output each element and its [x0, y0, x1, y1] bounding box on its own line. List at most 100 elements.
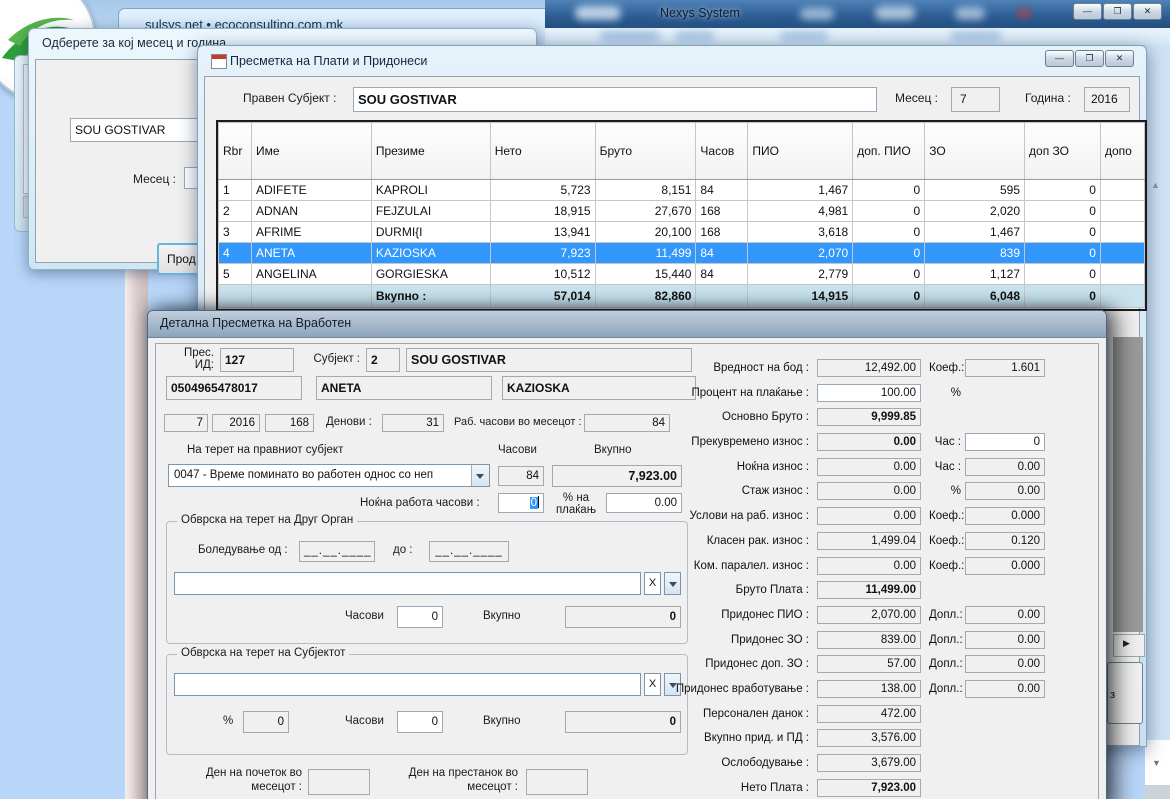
- grid-cell[interactable]: ADIFETE: [251, 180, 371, 201]
- grid-cell[interactable]: 2,020: [925, 201, 1025, 222]
- night-hours-input[interactable]: 0: [498, 493, 544, 513]
- grid-column-header[interactable]: Rbr: [219, 123, 252, 180]
- nexys-window-titlebar[interactable]: Nexys System — ❐ ✕: [545, 0, 1170, 28]
- grid-cell[interactable]: [1100, 180, 1144, 201]
- close-button[interactable]: ✕: [1105, 50, 1134, 67]
- grid-cell[interactable]: 0: [1025, 222, 1101, 243]
- grid-cell[interactable]: 2: [219, 201, 252, 222]
- grid-column-header[interactable]: Часов: [696, 123, 748, 180]
- start-day-field[interactable]: [308, 769, 370, 795]
- grid-cell[interactable]: 5,723: [490, 180, 595, 201]
- grid-column-header[interactable]: доп ЗО: [1025, 123, 1101, 180]
- grid-cell[interactable]: 1,467: [925, 222, 1025, 243]
- grid-cell[interactable]: KAZIOSKA: [371, 243, 490, 264]
- grid-cell[interactable]: 168: [696, 201, 748, 222]
- other-organ-combobox[interactable]: X: [174, 572, 681, 595]
- grid-cell[interactable]: 7,923: [490, 243, 595, 264]
- horizontal-scrollbar[interactable]: ▶: [1113, 634, 1145, 657]
- dialog-subject-input[interactable]: SOU GOSTIVAR: [70, 118, 198, 142]
- grid-cell[interactable]: 84: [696, 264, 748, 285]
- grid-cell[interactable]: [1100, 243, 1144, 264]
- grid-cell[interactable]: 0: [1025, 264, 1101, 285]
- grid-cell[interactable]: GORGIESKA: [371, 264, 490, 285]
- grid-cell[interactable]: ADNAN: [251, 201, 371, 222]
- scroll-up-icon[interactable]: ▲: [1151, 180, 1160, 190]
- dropdown-icon[interactable]: ▼: [1152, 758, 1161, 768]
- grid-cell[interactable]: 84: [696, 180, 748, 201]
- grid-cell[interactable]: KAPROLI: [371, 180, 490, 201]
- sick-to-input[interactable]: __.__.____: [429, 541, 509, 562]
- grid-cell[interactable]: 27,670: [595, 201, 696, 222]
- grid-column-header[interactable]: ПИО: [748, 123, 853, 180]
- dropdown-arrow-icon[interactable]: [471, 465, 489, 486]
- grid-cell[interactable]: 1: [219, 180, 252, 201]
- grid-row[interactable]: 1ADIFETEKAPROLI5,7238,151841,46705950: [219, 180, 1145, 201]
- grid-cell[interactable]: [1100, 264, 1144, 285]
- grid-cell[interactable]: [1100, 201, 1144, 222]
- subject-combo-field[interactable]: [174, 673, 641, 696]
- grid-cell[interactable]: 15,440: [595, 264, 696, 285]
- payroll-titlebar[interactable]: Пресметка на Плати и Придонеси — ❐ ✕: [198, 46, 1146, 76]
- grid-cell[interactable]: 11,499: [595, 243, 696, 264]
- grid-cell[interactable]: 84: [696, 243, 748, 264]
- grid-cell[interactable]: 1,467: [748, 180, 853, 201]
- grid-column-header[interactable]: Презиме: [371, 123, 490, 180]
- grid-cell[interactable]: FEJZULAI: [371, 201, 490, 222]
- detail-titlebar[interactable]: Детална Пресметка на Вработен: [148, 311, 1106, 338]
- other-organ-hours-input[interactable]: 0: [397, 606, 443, 628]
- amount-field[interactable]: 100.00: [817, 384, 921, 402]
- minimize-button[interactable]: —: [1073, 3, 1102, 20]
- grid-cell[interactable]: 0: [853, 201, 925, 222]
- grid-cell[interactable]: 4,981: [748, 201, 853, 222]
- grid-cell[interactable]: 20,100: [595, 222, 696, 243]
- grid-cell[interactable]: 0: [853, 180, 925, 201]
- restore-button[interactable]: ❐: [1075, 50, 1104, 67]
- grid-cell[interactable]: 18,915: [490, 201, 595, 222]
- grid-cell[interactable]: DURMI{I: [371, 222, 490, 243]
- end-day-field[interactable]: [526, 769, 588, 795]
- grid-column-header[interactable]: Нето: [490, 123, 595, 180]
- grid-cell[interactable]: 1,127: [925, 264, 1025, 285]
- restore-button[interactable]: ❐: [1103, 3, 1132, 20]
- grid-cell[interactable]: 13,941: [490, 222, 595, 243]
- scroll-right-icon[interactable]: ▶: [1123, 638, 1130, 649]
- payroll-grid[interactable]: RbrИмеПрезимеНетоБрутоЧасовПИОдоп. ПИОЗО…: [218, 122, 1145, 308]
- grid-cell[interactable]: 2,070: [748, 243, 853, 264]
- occluded-button[interactable]: з: [1107, 662, 1143, 724]
- grid-cell[interactable]: 10,512: [490, 264, 595, 285]
- grid-row[interactable]: 4ANETAKAZIOSKA7,92311,499842,07008390: [219, 243, 1145, 264]
- grid-cell[interactable]: 839: [925, 243, 1025, 264]
- grid-column-header[interactable]: доп. ПИО: [853, 123, 925, 180]
- grid-cell[interactable]: 168: [696, 222, 748, 243]
- grid-cell[interactable]: 0: [853, 222, 925, 243]
- legal-subject-field[interactable]: SOU GOSTIVAR: [353, 87, 877, 112]
- grid-row[interactable]: 3AFRIMEDURMI{I13,94120,1001683,61801,467…: [219, 222, 1145, 243]
- close-button[interactable]: ✕: [1133, 3, 1162, 20]
- minimize-button[interactable]: —: [1045, 50, 1074, 67]
- grid-column-header[interactable]: Име: [251, 123, 371, 180]
- subject-hours-input[interactable]: 0: [397, 711, 443, 733]
- grid-cell[interactable]: 0: [853, 243, 925, 264]
- grid-column-header[interactable]: ЗО: [925, 123, 1025, 180]
- grid-cell[interactable]: 0: [853, 264, 925, 285]
- grid-cell[interactable]: 595: [925, 180, 1025, 201]
- secondary-field[interactable]: 0: [965, 433, 1045, 451]
- grid-cell[interactable]: 8,151: [595, 180, 696, 201]
- grid-column-header[interactable]: допо: [1100, 123, 1144, 180]
- grid-cell[interactable]: [1100, 222, 1144, 243]
- grid-cell[interactable]: 4: [219, 243, 252, 264]
- other-organ-combo-field[interactable]: [174, 572, 641, 595]
- grid-cell[interactable]: 0: [1025, 180, 1101, 201]
- grid-cell[interactable]: 0: [1025, 243, 1101, 264]
- work-type-combobox[interactable]: 0047 - Време поминато во работен однос с…: [168, 464, 490, 487]
- subject-combobox[interactable]: X: [174, 673, 681, 696]
- sick-from-input[interactable]: __.__.____: [299, 541, 375, 562]
- grid-column-header[interactable]: Бруто: [595, 123, 696, 180]
- grid-row[interactable]: 5ANGELINAGORGIESKA10,51215,440842,77901,…: [219, 264, 1145, 285]
- grid-cell[interactable]: 3: [219, 222, 252, 243]
- grid-row[interactable]: 2ADNANFEJZULAI18,91527,6701684,98102,020…: [219, 201, 1145, 222]
- grid-cell[interactable]: ANGELINA: [251, 264, 371, 285]
- grid-cell[interactable]: ANETA: [251, 243, 371, 264]
- grid-cell[interactable]: 0: [1025, 201, 1101, 222]
- grid-cell[interactable]: AFRIME: [251, 222, 371, 243]
